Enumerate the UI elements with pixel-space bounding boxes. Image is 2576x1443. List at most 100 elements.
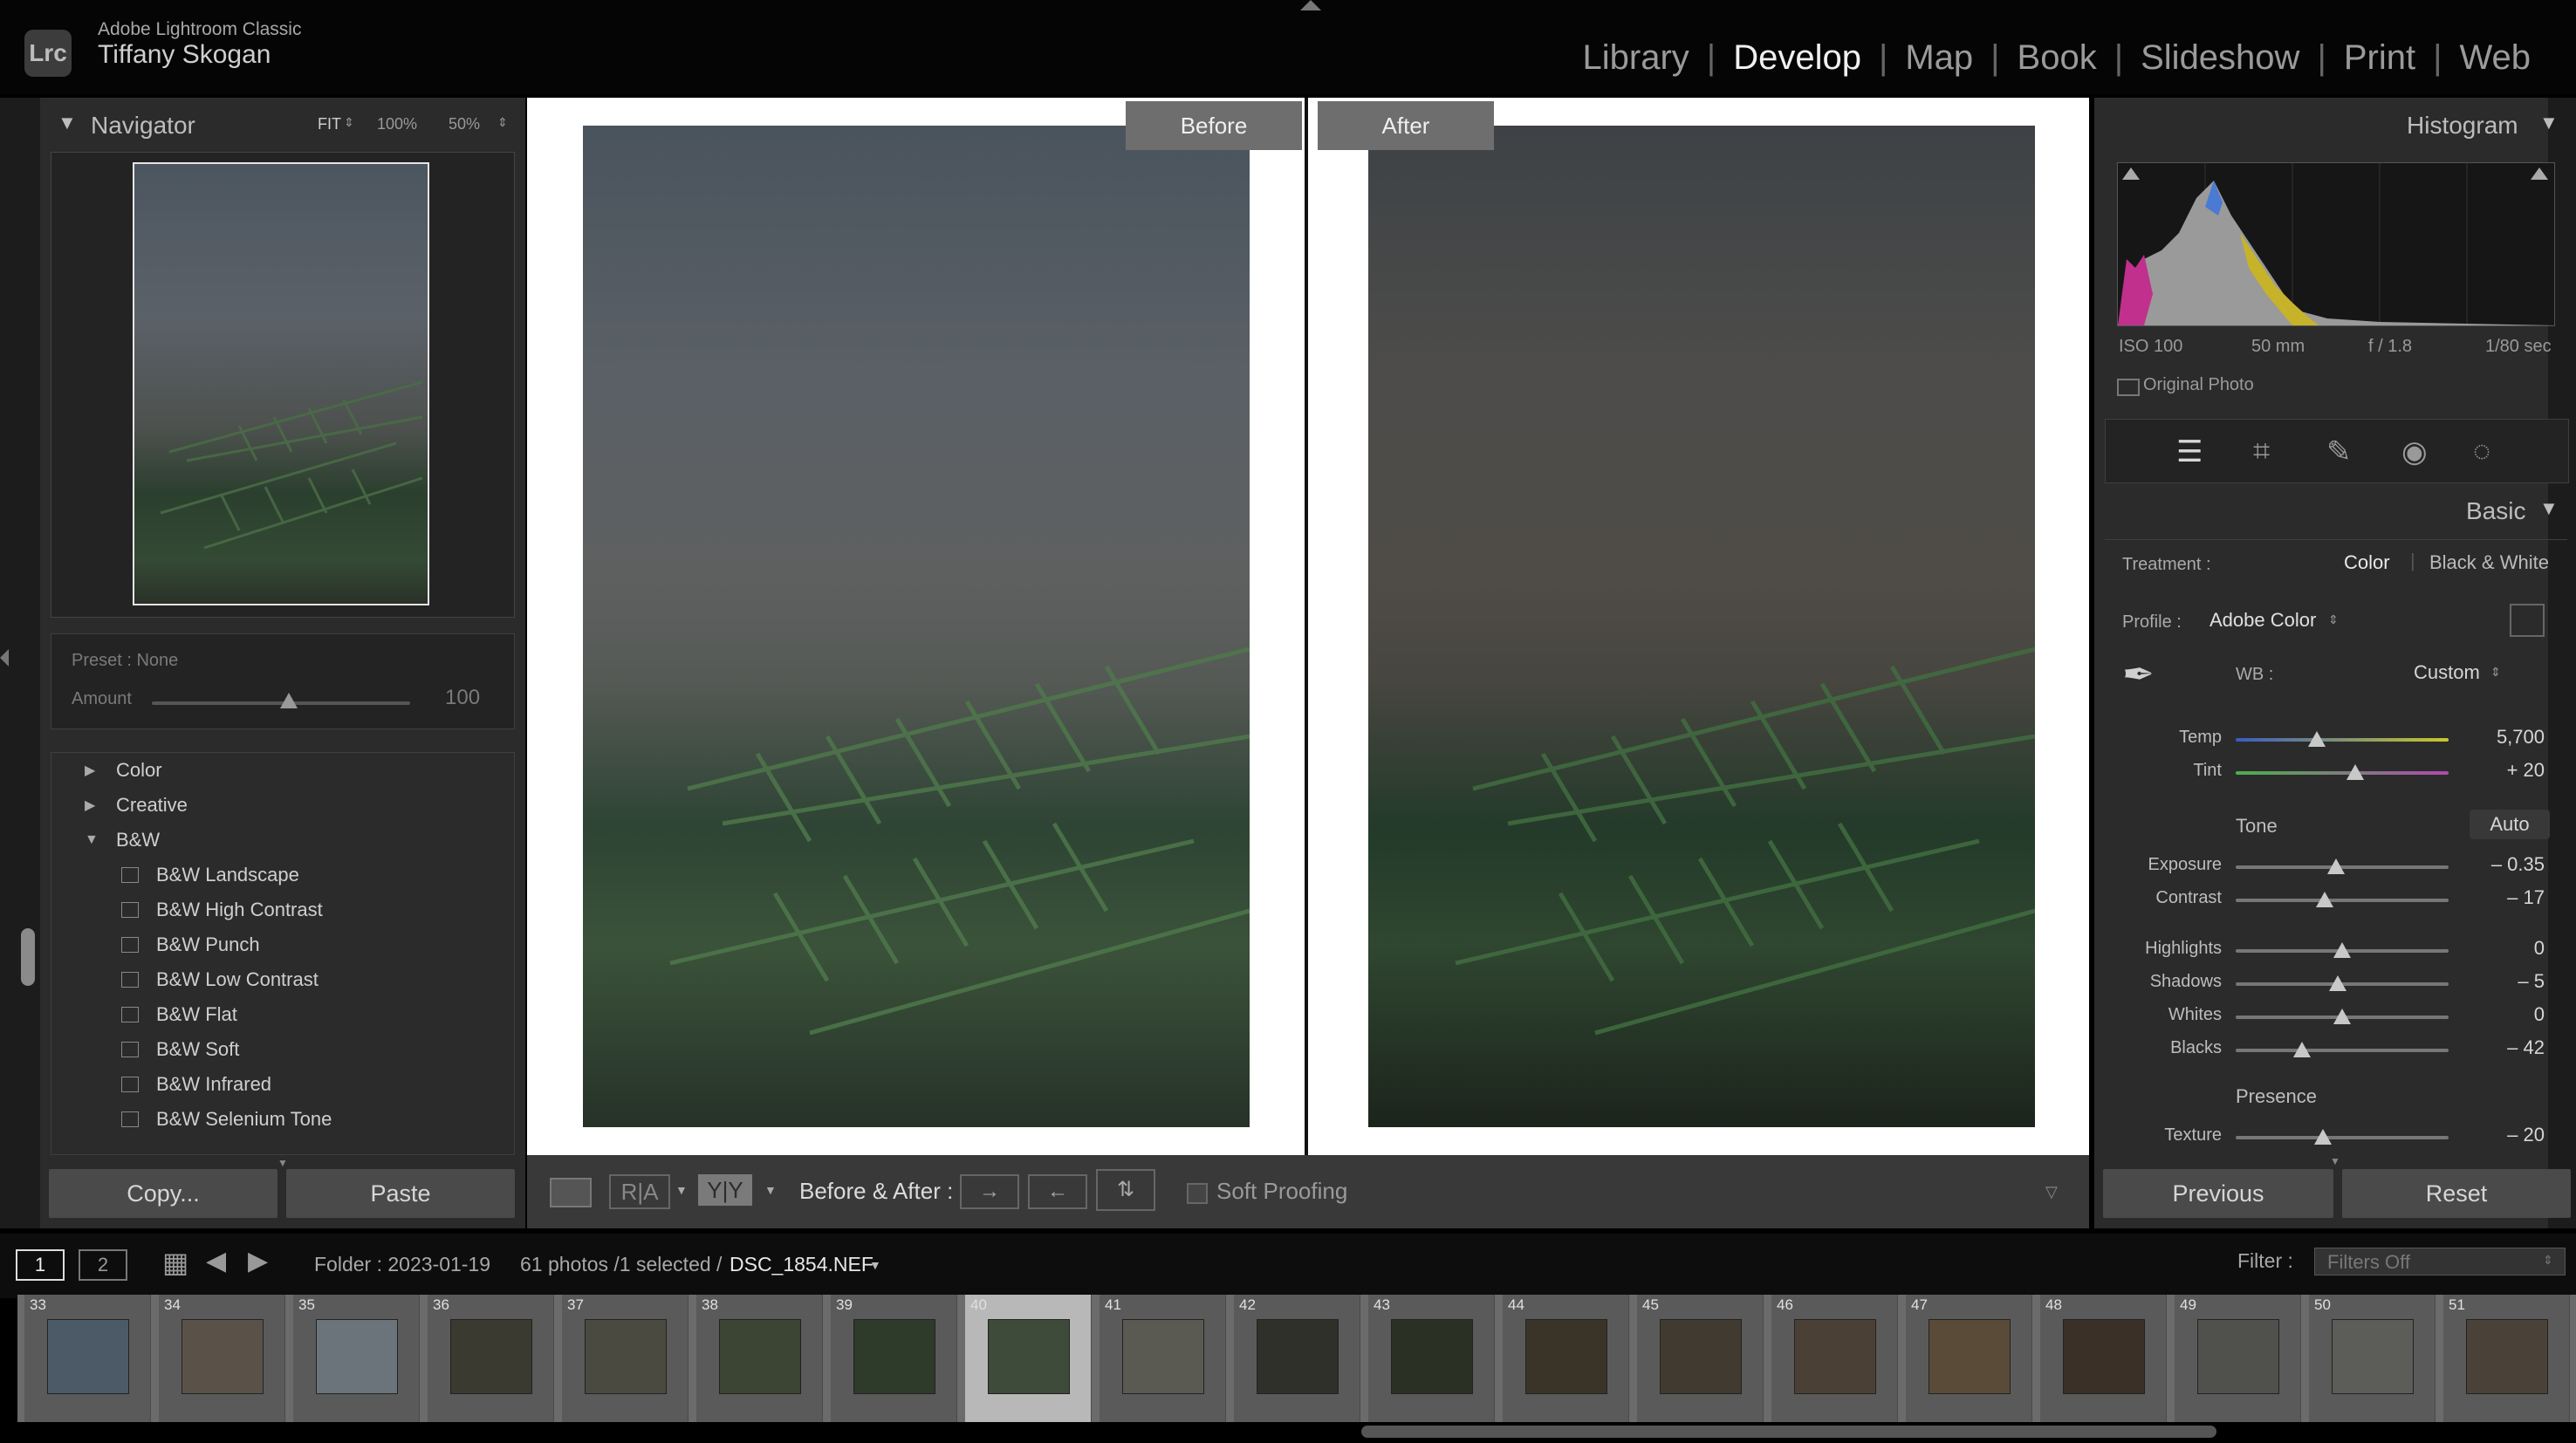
slider-value[interactable]: – 17 [2466, 886, 2545, 909]
right-panel-resize-icon[interactable]: ▼ [2330, 1155, 2340, 1167]
view-yy-dropdown-icon[interactable]: ▼ [764, 1183, 777, 1197]
filmstrip-frame[interactable]: 35 [293, 1295, 420, 1422]
slider-knob[interactable] [2346, 764, 2364, 780]
preset-group[interactable]: ▼ B&W [51, 823, 514, 858]
filmstrip-frame[interactable]: 47 [1906, 1295, 2032, 1422]
slider-knob[interactable] [2292, 1042, 2311, 1057]
previous-button[interactable]: Previous [2103, 1169, 2333, 1218]
slider-value[interactable]: 0 [2466, 1003, 2545, 1026]
main-window-button[interactable]: 1 [16, 1249, 65, 1281]
after-photo[interactable] [1368, 126, 2035, 1127]
slider-knob[interactable] [2307, 731, 2326, 747]
frame-thumbnail[interactable] [1794, 1319, 1876, 1394]
preset-item[interactable]: B&W Flat [51, 997, 514, 1032]
module-print[interactable]: Print [2326, 38, 2433, 78]
filmstrip-frame[interactable]: 40 [965, 1295, 1092, 1422]
before-photo[interactable] [583, 126, 1250, 1127]
slider-knob[interactable] [2316, 892, 2334, 907]
preset-item[interactable]: B&W Punch [51, 927, 514, 962]
frame-thumbnail[interactable] [450, 1319, 532, 1394]
filmstrip-frame[interactable]: 39 [831, 1295, 957, 1422]
secondary-window-button[interactable]: 2 [79, 1249, 127, 1281]
slider-track[interactable] [2236, 771, 2449, 775]
filmstrip-frame[interactable]: 48 [2040, 1295, 2167, 1422]
before-after-split-button[interactable]: Y|Y [698, 1174, 752, 1206]
filmstrip-frame[interactable]: 43 [1368, 1295, 1495, 1422]
shadow-clipping-icon[interactable] [2122, 168, 2140, 180]
frame-thumbnail[interactable] [2466, 1319, 2548, 1394]
filmstrip-frame[interactable]: 46 [1771, 1295, 1898, 1422]
swap-before-after-icon[interactable]: ⇅ [1096, 1169, 1155, 1211]
preset-item[interactable]: B&W Landscape [51, 858, 514, 892]
paste-button[interactable]: Paste [286, 1169, 515, 1218]
basic-collapse-icon[interactable]: ▼ [2539, 497, 2559, 520]
filmstrip-frame[interactable]: 42 [1234, 1295, 1360, 1422]
current-file[interactable]: DSC_1854.NEF [730, 1253, 874, 1276]
copy-before-to-after-icon[interactable]: → [960, 1174, 1019, 1209]
slider-value[interactable]: – 0.35 [2466, 853, 2545, 876]
preset-group[interactable]: ▶ Color [51, 753, 514, 788]
navigator-thumbnail[interactable] [133, 162, 429, 605]
frame-thumbnail[interactable] [2063, 1319, 2145, 1394]
collapsed-arrow-icon[interactable]: ▶ [85, 762, 116, 779]
file-dropdown-icon[interactable]: ▼ [869, 1258, 881, 1272]
forward-arrow-icon[interactable]: ▶ [248, 1246, 268, 1276]
amount-slider-knob[interactable] [279, 693, 298, 708]
filmstrip-frame[interactable]: 34 [159, 1295, 285, 1422]
filter-select-arrows-icon[interactable]: ⇕ [2543, 1253, 2553, 1268]
preset-item[interactable]: B&W Selenium Tone [51, 1102, 514, 1137]
treatment-color-button[interactable]: Color [2344, 551, 2390, 574]
zoom-fit[interactable]: FIT [318, 115, 341, 133]
reset-button[interactable]: Reset [2342, 1169, 2571, 1218]
slider-knob[interactable] [2333, 1009, 2351, 1024]
collapsed-arrow-icon[interactable]: ▶ [85, 797, 116, 814]
slider-value[interactable]: + 20 [2466, 759, 2545, 782]
profile-select[interactable]: Adobe Color [2209, 609, 2316, 632]
collapse-left-icon[interactable] [0, 649, 9, 667]
frame-thumbnail[interactable] [1525, 1319, 1607, 1394]
wb-select[interactable]: Custom [2414, 661, 2480, 684]
toolbar-content-dropdown-icon[interactable]: ▽ [2045, 1183, 2058, 1201]
treatment-bw-button[interactable]: Black & White [2429, 551, 2549, 574]
histogram-collapse-icon[interactable]: ▼ [2539, 112, 2559, 134]
frame-thumbnail[interactable] [988, 1319, 1070, 1394]
filter-select[interactable]: Filters Off [2314, 1248, 2566, 1275]
preset-item[interactable]: B&W Soft [51, 1032, 514, 1067]
loupe-view-icon[interactable] [550, 1178, 592, 1207]
zoom-100[interactable]: 100% [377, 115, 417, 133]
module-develop[interactable]: Develop [1716, 38, 1879, 78]
slider-knob[interactable] [2333, 942, 2351, 958]
frame-thumbnail[interactable] [2332, 1319, 2414, 1394]
preset-item[interactable]: B&W Infrared [51, 1067, 514, 1102]
slider-knob[interactable] [2329, 975, 2347, 991]
frame-thumbnail[interactable] [1257, 1319, 1339, 1394]
left-panel-resize-icon[interactable]: ▼ [277, 1157, 288, 1169]
crop-icon[interactable]: ⌗ [2253, 434, 2270, 468]
before-after-lr-button[interactable]: R|A [609, 1174, 670, 1209]
module-web[interactable]: Web [2442, 38, 2548, 78]
slider-value[interactable]: – 42 [2466, 1036, 2545, 1059]
slider-value[interactable]: 0 [2466, 937, 2545, 960]
frame-thumbnail[interactable] [1929, 1319, 2011, 1394]
module-slideshow[interactable]: Slideshow [2123, 38, 2317, 78]
soft-proofing-checkbox[interactable] [1187, 1183, 1208, 1204]
slider-track[interactable] [2236, 1136, 2449, 1139]
slider-knob[interactable] [2326, 858, 2345, 874]
module-book[interactable]: Book [2000, 38, 2114, 78]
frame-thumbnail[interactable] [853, 1319, 935, 1394]
masking-icon[interactable]: ◌ [2473, 434, 2490, 468]
filmstrip-frame[interactable]: 38 [696, 1295, 823, 1422]
filmstrip-frame[interactable]: 51 [2443, 1295, 2570, 1422]
slider-track[interactable] [2236, 1049, 2449, 1052]
wb-select-arrows-icon[interactable]: ⇕ [2490, 665, 2501, 680]
filmstrip-frame[interactable]: 33 [24, 1295, 151, 1422]
preset-item[interactable]: B&W High Contrast [51, 892, 514, 927]
zoom-fit-arrows-icon[interactable]: ⇕ [344, 115, 354, 130]
filmstrip-frame[interactable]: 41 [1100, 1295, 1226, 1422]
copy-button[interactable]: Copy... [49, 1169, 277, 1218]
slider-value[interactable]: – 20 [2466, 1124, 2545, 1146]
profile-select-arrows-icon[interactable]: ⇕ [2328, 612, 2339, 627]
filmstrip-frame[interactable]: 45 [1637, 1295, 1764, 1422]
filmstrip-scrollbar[interactable] [1361, 1426, 2216, 1438]
original-photo-checkbox[interactable] [2117, 379, 2140, 396]
